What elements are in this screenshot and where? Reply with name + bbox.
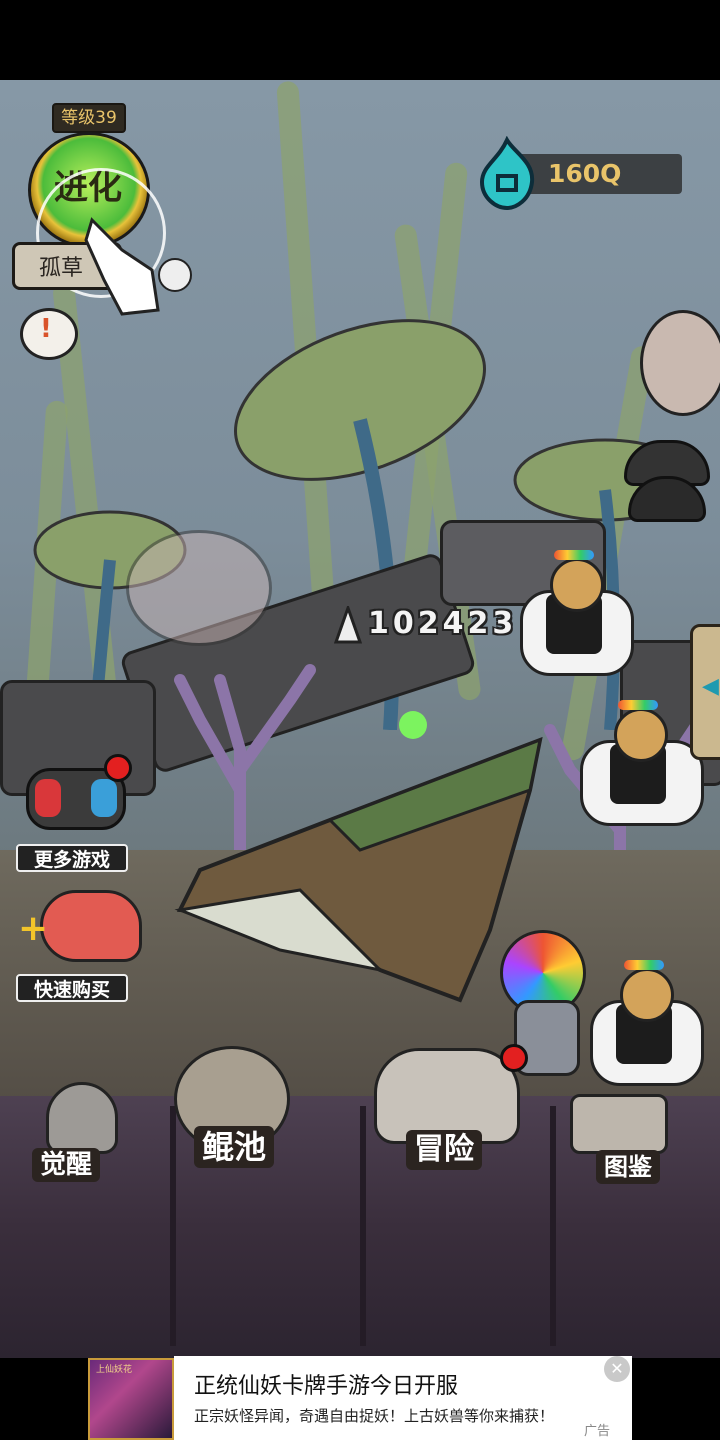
ad-title: 正统仙妖卡牌手游今日开服	[194, 1374, 459, 1399]
ad-subtitle: 正宗妖怪异闻，奇遇自由捉妖！上古妖兽等你来捕获！	[194, 1407, 555, 1425]
ad-tag: 广告	[584, 1424, 611, 1439]
pot-stack-enemy[interactable]	[624, 440, 710, 530]
scroll-icon	[570, 1094, 668, 1154]
menu-awaken-label: 觉醒	[32, 1148, 101, 1182]
menu-codex-label: 图鉴	[596, 1150, 660, 1184]
menu-kun-pool-label: 鲲池	[194, 1126, 275, 1168]
hit-spark	[399, 711, 427, 739]
notification-dot	[500, 1044, 528, 1072]
muscle-fish-enemy[interactable]	[590, 960, 704, 1096]
muscle-fish-enemy[interactable]	[580, 700, 704, 850]
notification-dot	[104, 754, 132, 782]
status-bar	[0, 0, 720, 80]
ghost-icon	[158, 258, 192, 292]
currency-value: 160Q	[548, 159, 622, 188]
more-games-label: 更多游戏	[16, 844, 128, 872]
ad-thumbnail-label: 上仙妖花	[96, 1365, 133, 1375]
player-pet[interactable]	[160, 730, 560, 1030]
ghost-clam-spirit	[126, 530, 272, 660]
menu-codex[interactable]: 图鉴	[540, 1094, 720, 1358]
quick-buy-label: 快速购买	[16, 974, 128, 1002]
damage-number: 102423	[368, 606, 518, 641]
muscle-fish-enemy[interactable]	[520, 550, 634, 700]
more-games-button[interactable]: 更多游戏	[16, 752, 132, 872]
menu-adventure[interactable]: 冒险	[360, 1044, 540, 1358]
red-monster-icon	[40, 890, 142, 962]
menu-adventure-label: 冒险	[406, 1130, 482, 1170]
tooth-damage-icon	[334, 606, 362, 644]
menu-awaken[interactable]: 觉醒	[0, 1082, 180, 1358]
blue-flame-gem-icon	[479, 136, 535, 210]
clam-shell-enemy[interactable]	[640, 310, 720, 430]
ad-close-button[interactable]: ✕	[604, 1356, 630, 1382]
fish-statue-icon	[46, 1082, 118, 1154]
level-badge: 等级39	[52, 103, 126, 133]
arrow-left-icon: ◀	[702, 674, 719, 699]
pointing-hand-icon	[84, 217, 160, 316]
exclamation-icon: !	[40, 314, 52, 344]
plus-icon: +	[18, 908, 49, 949]
quick-buy-button[interactable]: + 快速购买	[16, 882, 142, 1002]
menu-kun-pool[interactable]: 鲲池	[174, 1046, 360, 1358]
